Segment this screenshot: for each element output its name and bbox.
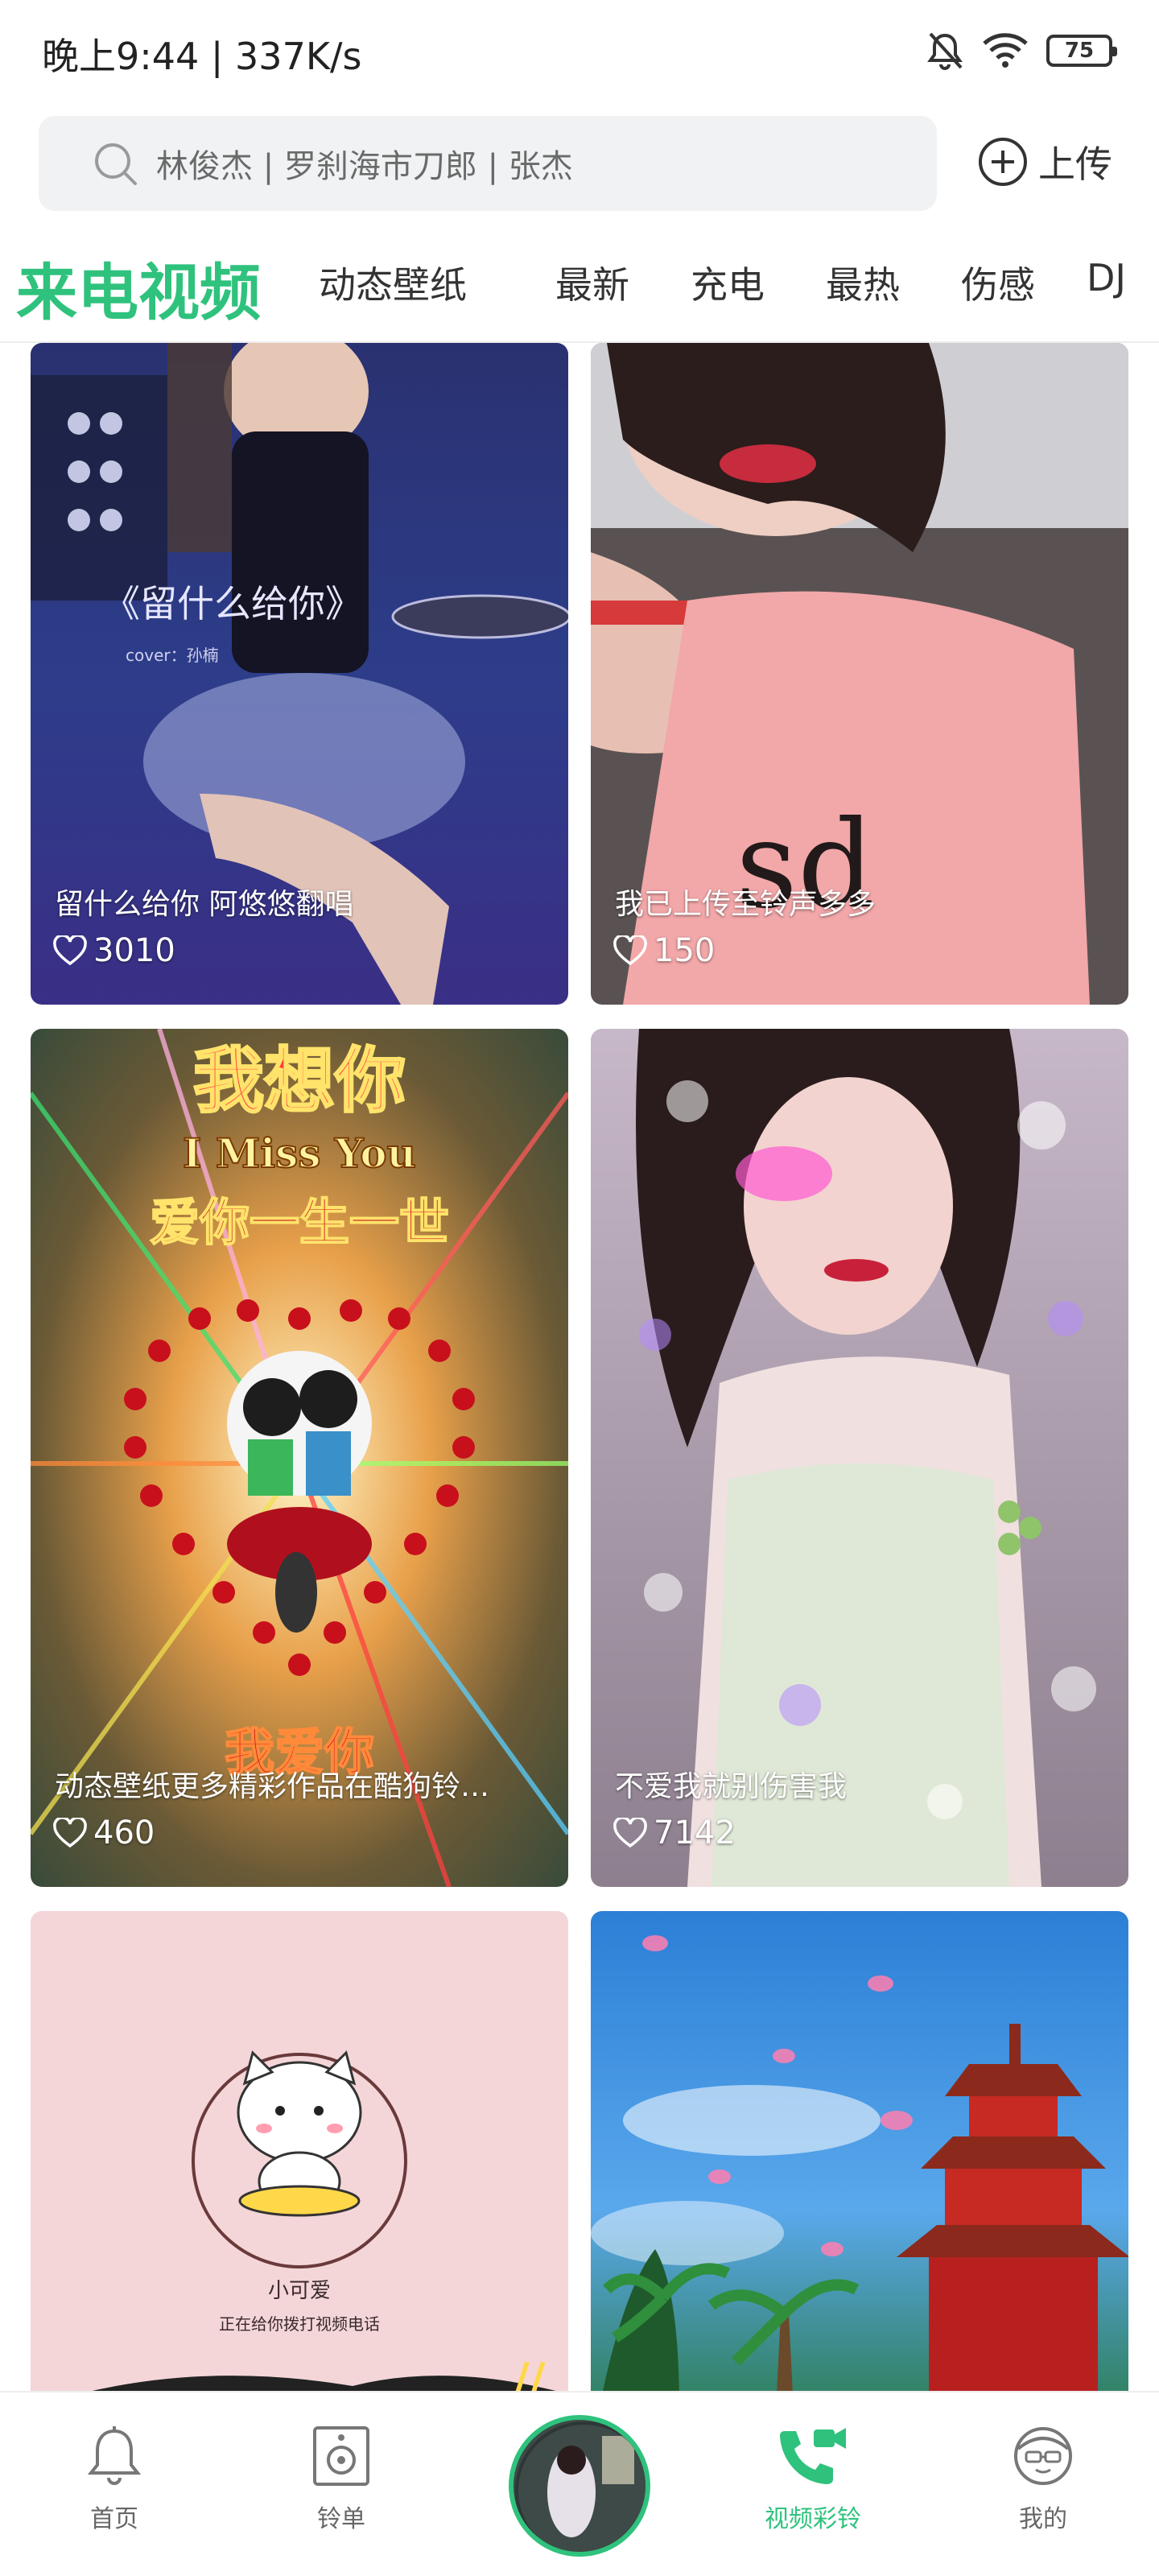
like-count-value: 460 — [93, 1814, 155, 1852]
card-thumbnail: 小可爱 正在给你拨打视频电话 // — [31, 1911, 568, 2391]
card-thumbnail — [591, 1029, 1128, 1887]
wifi-icon — [983, 33, 1028, 68]
plus-circle-icon — [979, 138, 1027, 186]
status-time-speed: 晚上9:44 | 337K/s — [42, 35, 362, 78]
bell-icon — [87, 2426, 142, 2485]
nav-label: 视频彩铃 — [765, 2505, 861, 2533]
heart-icon — [613, 1818, 647, 1848]
nav-video-ringtone[interactable]: 视频彩铃 — [732, 2425, 893, 2534]
video-feed: 《留什么给你》 cover：孙楠 留什么给你 阿悠悠翻唱 3010 sd 我已上… — [0, 343, 1159, 2391]
card-thumbnail: 我想你 I Miss You 爱你一生一世 我爱你 — [31, 1029, 568, 1887]
card-caption: 我已上传至铃声多多 — [615, 888, 876, 921]
tab-incoming-video[interactable]: 来电视频 — [16, 243, 261, 332]
nav-label: 首页 — [90, 2505, 138, 2533]
card-caption: 留什么给你 阿悠悠翻唱 — [55, 888, 354, 921]
tab-hottest[interactable]: 最热 — [826, 256, 900, 309]
nav-home[interactable]: 首页 — [34, 2425, 195, 2534]
search-placeholder: 林俊杰 | 罗刹海市刀郎 | 张杰 — [156, 148, 573, 185]
heart-icon — [53, 1818, 87, 1848]
upload-label: 上传 — [1038, 142, 1112, 186]
card-art-title: 《留什么给你》 — [103, 582, 362, 625]
nav-profile[interactable]: 我的 — [963, 2425, 1124, 2534]
profile-face-icon — [1014, 2427, 1072, 2485]
tab-live-wallpaper[interactable]: 动态壁纸 — [319, 256, 467, 309]
category-tabs: 来电视频 动态壁纸 最新 充电 最热 伤感 DJ — [0, 235, 1159, 340]
card-art-title: 我想你 — [193, 1039, 406, 1122]
like-count[interactable]: 460 — [53, 1814, 155, 1852]
nav-ringtone-list[interactable]: 铃单 — [261, 2425, 422, 2534]
search-input[interactable]: 林俊杰 | 罗刹海市刀郎 | 张杰 — [39, 116, 937, 211]
like-count-value: 7142 — [654, 1814, 736, 1852]
now-playing-cover — [514, 2420, 645, 2552]
video-card[interactable]: 不爱我就别伤害我 7142 — [591, 1029, 1128, 1887]
like-count[interactable]: 7142 — [613, 1814, 736, 1852]
mute-bell-icon — [927, 32, 963, 70]
card-art-subtitle: 正在给你拨打视频电话 — [219, 2314, 380, 2334]
speaker-icon — [313, 2426, 369, 2486]
video-card[interactable]: 小可爱 正在给你拨打视频电话 // — [31, 1911, 568, 2391]
like-count[interactable]: 150 — [613, 932, 715, 969]
video-card[interactable]: 我想你 I Miss You 爱你一生一世 我爱你 动态壁纸更多精彩作品在酷狗铃… — [31, 1029, 568, 1887]
nav-label: 铃单 — [317, 2505, 365, 2533]
search-icon — [95, 143, 137, 185]
status-icons: 75 — [926, 31, 1117, 71]
bottom-navigation: 首页 铃单 视频彩铃 我的 — [0, 2391, 1159, 2576]
card-art-line: 爱你一生一世 — [150, 1193, 449, 1252]
video-card[interactable]: sd 我已上传至铃声多多 150 — [591, 343, 1128, 1005]
heart-icon — [53, 935, 87, 966]
tab-dj[interactable]: DJ — [1087, 256, 1126, 299]
heart-icon — [613, 935, 647, 966]
tab-sad[interactable]: 伤感 — [961, 256, 1035, 309]
like-count[interactable]: 3010 — [53, 932, 175, 969]
card-art-subtitle: cover：孙楠 — [126, 646, 219, 665]
nav-label: 我的 — [1019, 2505, 1067, 2533]
status-bar: 晚上9:44 | 337K/s 75 — [0, 0, 1159, 105]
upload-button[interactable]: 上传 — [977, 135, 1112, 188]
card-thumbnail — [591, 1911, 1128, 2391]
now-playing-disc[interactable] — [509, 2415, 650, 2557]
card-art-english: I Miss You — [183, 1129, 416, 1177]
video-card[interactable] — [591, 1911, 1128, 2391]
card-caption: 不爱我就别伤害我 — [615, 1770, 848, 1803]
svg-text://: // — [514, 2354, 546, 2391]
card-art-title: 小可爱 — [268, 2279, 331, 2303]
card-caption: 动态壁纸更多精彩作品在酷狗铃… — [55, 1770, 490, 1803]
video-card[interactable]: 《留什么给你》 cover：孙楠 留什么给你 阿悠悠翻唱 3010 — [31, 343, 568, 1005]
video-phone-icon — [780, 2428, 846, 2484]
like-count-value: 150 — [654, 932, 716, 969]
tab-charging[interactable]: 充电 — [691, 256, 765, 309]
battery-indicator: 75 — [1046, 35, 1117, 67]
tab-newest[interactable]: 最新 — [555, 256, 629, 309]
like-count-value: 3010 — [93, 932, 175, 969]
